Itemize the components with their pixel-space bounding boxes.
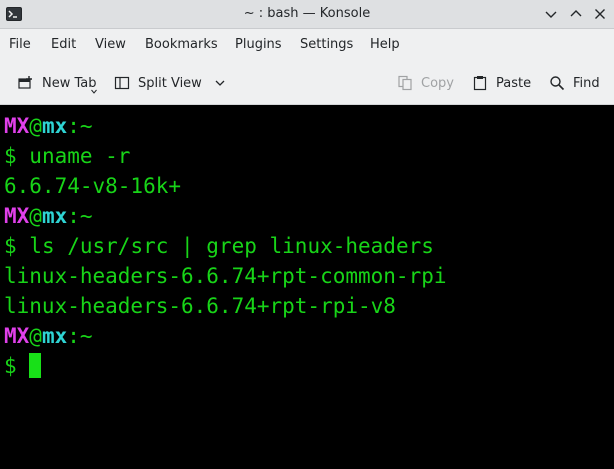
prompt-symbol: $ xyxy=(4,144,30,168)
command-text: ls /usr/src | grep linux-headers xyxy=(29,234,434,258)
prompt-at: @ xyxy=(29,324,42,348)
terminal-line: MX@mx:~ xyxy=(4,111,614,141)
maximize-button[interactable] xyxy=(568,6,584,22)
prompt-host: mx xyxy=(41,114,68,138)
prompt-at: @ xyxy=(29,114,42,138)
terminal-line: linux-headers-6.6.74+rpt-common-rpi xyxy=(4,261,614,291)
paste-icon xyxy=(473,76,487,91)
new-tab-label: New Tab xyxy=(42,75,97,91)
prompt-user: MX xyxy=(4,114,30,138)
new-tab-button[interactable]: New Tab xyxy=(18,73,97,93)
prompt-user: MX xyxy=(4,204,30,228)
copy-label: Copy xyxy=(421,75,454,91)
chevron-up-icon xyxy=(570,10,582,17)
command-text: uname -r xyxy=(29,144,131,168)
new-tab-icon xyxy=(18,76,32,89)
split-view-button[interactable]: Split View xyxy=(114,73,226,93)
prompt-path: :~ xyxy=(67,204,93,228)
new-tab-dropdown-icon[interactable] xyxy=(91,89,97,94)
output-text: linux-headers-6.6.74+rpt-common-rpi xyxy=(4,264,447,288)
prompt-host: mx xyxy=(41,204,68,228)
text-cursor xyxy=(29,353,42,378)
output-text: linux-headers-6.6.74+rpt-rpi-v8 xyxy=(4,294,396,318)
split-view-label: Split View xyxy=(138,75,202,91)
title-bar[interactable]: ~ : bash — Konsole xyxy=(0,0,614,29)
split-view-icon xyxy=(114,76,130,90)
main-toolbar: New Tab Split View Copy Paste Find xyxy=(0,60,614,105)
close-button[interactable] xyxy=(592,6,608,22)
terminal-line: MX@mx:~ xyxy=(4,201,614,231)
terminal-line: $ xyxy=(4,351,614,381)
copy-button[interactable]: Copy xyxy=(397,73,454,93)
konsole-window: ~ : bash — Konsole File Edit View Bookma… xyxy=(0,0,614,469)
search-icon xyxy=(550,76,565,91)
chevron-down-icon[interactable] xyxy=(214,77,226,89)
copy-icon xyxy=(398,75,412,91)
menu-edit[interactable]: Edit xyxy=(51,37,76,52)
paste-button[interactable]: Paste xyxy=(472,73,531,93)
terminal-line: linux-headers-6.6.74+rpt-rpi-v8 xyxy=(4,291,614,321)
output-text: 6.6.74-v8-16k+ xyxy=(4,174,182,198)
prompt-symbol: $ xyxy=(4,354,30,378)
terminal-line: 6.6.74-v8-16k+ xyxy=(4,171,614,201)
window-title: ~ : bash — Konsole xyxy=(243,6,371,21)
prompt-host: mx xyxy=(41,324,68,348)
menu-view[interactable]: View xyxy=(95,37,126,52)
chevron-down-icon xyxy=(545,11,557,18)
menu-help[interactable]: Help xyxy=(370,37,400,52)
prompt-user: MX xyxy=(4,324,30,348)
menu-plugins[interactable]: Plugins xyxy=(235,37,282,52)
paste-label: Paste xyxy=(496,75,532,91)
menu-settings[interactable]: Settings xyxy=(300,37,353,52)
close-icon xyxy=(595,9,605,19)
find-button[interactable]: Find xyxy=(549,73,600,93)
minimize-button[interactable] xyxy=(543,6,559,22)
menu-bookmarks[interactable]: Bookmarks xyxy=(145,37,218,52)
find-label: Find xyxy=(573,75,600,91)
terminal-line: MX@mx:~ xyxy=(4,321,614,351)
terminal-line: $ ls /usr/src | grep linux-headers xyxy=(4,231,614,261)
prompt-path: :~ xyxy=(67,324,93,348)
prompt-path: :~ xyxy=(67,114,93,138)
prompt-symbol: $ xyxy=(4,234,30,258)
terminal-line: $ uname -r xyxy=(4,141,614,171)
terminal-view[interactable]: MX@mx:~ $ uname -r 6.6.74-v8-16k+ MX@mx:~ $ … xyxy=(0,105,614,469)
prompt-at: @ xyxy=(29,204,42,228)
menu-bar: File Edit View Bookmarks Plugins Setting… xyxy=(0,29,614,60)
menu-file[interactable]: File xyxy=(9,37,31,52)
